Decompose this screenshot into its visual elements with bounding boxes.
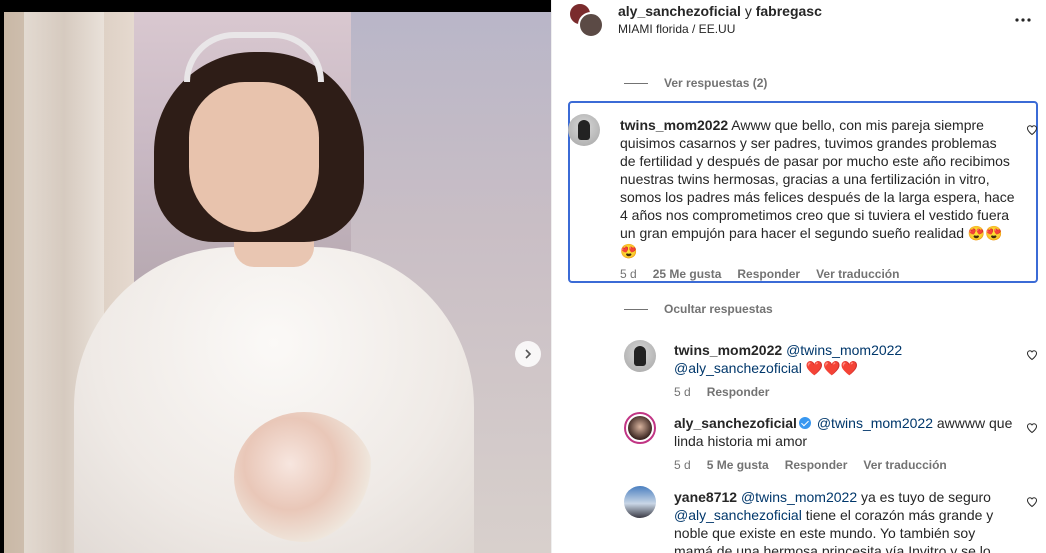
mention-link[interactable]: @twins_mom2022 xyxy=(741,489,857,505)
heart-outline-icon[interactable] xyxy=(1026,496,1038,508)
reply1-meta: 5 d Responder xyxy=(674,385,769,399)
header-title: aly_sanchezoficial y fabregasc xyxy=(618,3,822,19)
view-replies-label: Ver respuestas (2) xyxy=(664,76,768,90)
hide-replies-label: Ocultar respuestas xyxy=(664,302,773,316)
comment-time[interactable]: 5 d xyxy=(674,458,691,472)
avatar[interactable] xyxy=(568,114,600,146)
comment-time[interactable]: 5 d xyxy=(620,267,637,281)
header-user2-link[interactable]: fabregasc xyxy=(756,3,822,19)
more-options-button[interactable] xyxy=(1013,10,1033,30)
reply2-text: aly_sanchezoficial @twins_mom2022 awwww … xyxy=(674,414,1014,450)
header-avatars[interactable] xyxy=(568,2,604,38)
comment-body: Awww que bello, con mis pareja siempre q… xyxy=(620,117,1015,259)
reply-button[interactable]: Responder xyxy=(707,385,770,399)
post-photo-panel xyxy=(0,0,551,553)
comment-username[interactable]: twins_mom2022 xyxy=(674,342,782,358)
avatar xyxy=(578,12,604,38)
photo-face xyxy=(189,82,319,232)
photo-bouquet xyxy=(234,412,374,542)
next-photo-button[interactable] xyxy=(515,341,541,367)
comment-main-text: twins_mom2022 Awww que bello, con mis pa… xyxy=(620,116,1016,260)
reply1-text: twins_mom2022 @twins_mom2022 @aly_sanche… xyxy=(674,341,1014,377)
comment-username[interactable]: aly_sanchezoficial xyxy=(674,415,797,431)
divider xyxy=(624,82,648,84)
reply1-emoji: ❤️❤️❤️ xyxy=(805,360,859,376)
translate-button[interactable]: Ver traducción xyxy=(863,458,946,472)
view-replies-button[interactable]: Ver respuestas (2) xyxy=(624,76,767,90)
reply2-meta: 5 d 5 Me gusta Responder Ver traducción xyxy=(674,458,947,472)
translate-button[interactable]: Ver traducción xyxy=(816,267,899,281)
heart-outline-icon[interactable] xyxy=(1026,422,1038,434)
mention-link[interactable]: @twins_mom2022 xyxy=(817,415,933,431)
reply-button[interactable]: Responder xyxy=(737,267,800,281)
comments-panel: aly_sanchezoficial y fabregasc MIAMI flo… xyxy=(551,0,1046,553)
comment-main-meta: 5 d 25 Me gusta Responder Ver traducción xyxy=(620,267,899,281)
header-user1-link[interactable]: aly_sanchezoficial xyxy=(618,3,741,19)
header-conjunction: y xyxy=(744,3,752,19)
mention-link[interactable]: @twins_mom2022 xyxy=(786,342,902,358)
post-header: aly_sanchezoficial y fabregasc MIAMI flo… xyxy=(552,0,1046,44)
post-photo[interactable] xyxy=(4,12,551,553)
photo-tiara xyxy=(184,32,324,82)
reply-button[interactable]: Responder xyxy=(785,458,848,472)
chevron-right-icon xyxy=(525,349,532,359)
mention-link[interactable]: @aly_sanchezoficial xyxy=(674,360,802,376)
divider xyxy=(624,308,648,310)
comment-likes[interactable]: 5 Me gusta xyxy=(707,458,769,472)
avatar[interactable] xyxy=(624,412,656,444)
comment-username[interactable]: twins_mom2022 xyxy=(620,117,728,133)
mention-link[interactable]: @aly_sanchezoficial xyxy=(674,507,802,523)
heart-outline-icon[interactable] xyxy=(1026,349,1038,361)
more-horizontal-icon xyxy=(1015,18,1031,22)
avatar[interactable] xyxy=(624,486,656,518)
comment-time[interactable]: 5 d xyxy=(674,385,691,399)
comment-username[interactable]: yane8712 xyxy=(674,489,737,505)
verified-badge-icon xyxy=(798,417,811,429)
reply3-body1: ya es tuyo de seguro xyxy=(861,489,991,505)
hide-replies-button[interactable]: Ocultar respuestas xyxy=(624,302,773,316)
header-location[interactable]: MIAMI florida / EE.UU xyxy=(618,22,735,36)
avatar[interactable] xyxy=(624,340,656,372)
reply3-text: yane8712 @twins_mom2022 ya es tuyo de se… xyxy=(674,488,1014,553)
heart-outline-icon[interactable] xyxy=(1026,124,1038,136)
comment-likes[interactable]: 25 Me gusta xyxy=(653,267,722,281)
